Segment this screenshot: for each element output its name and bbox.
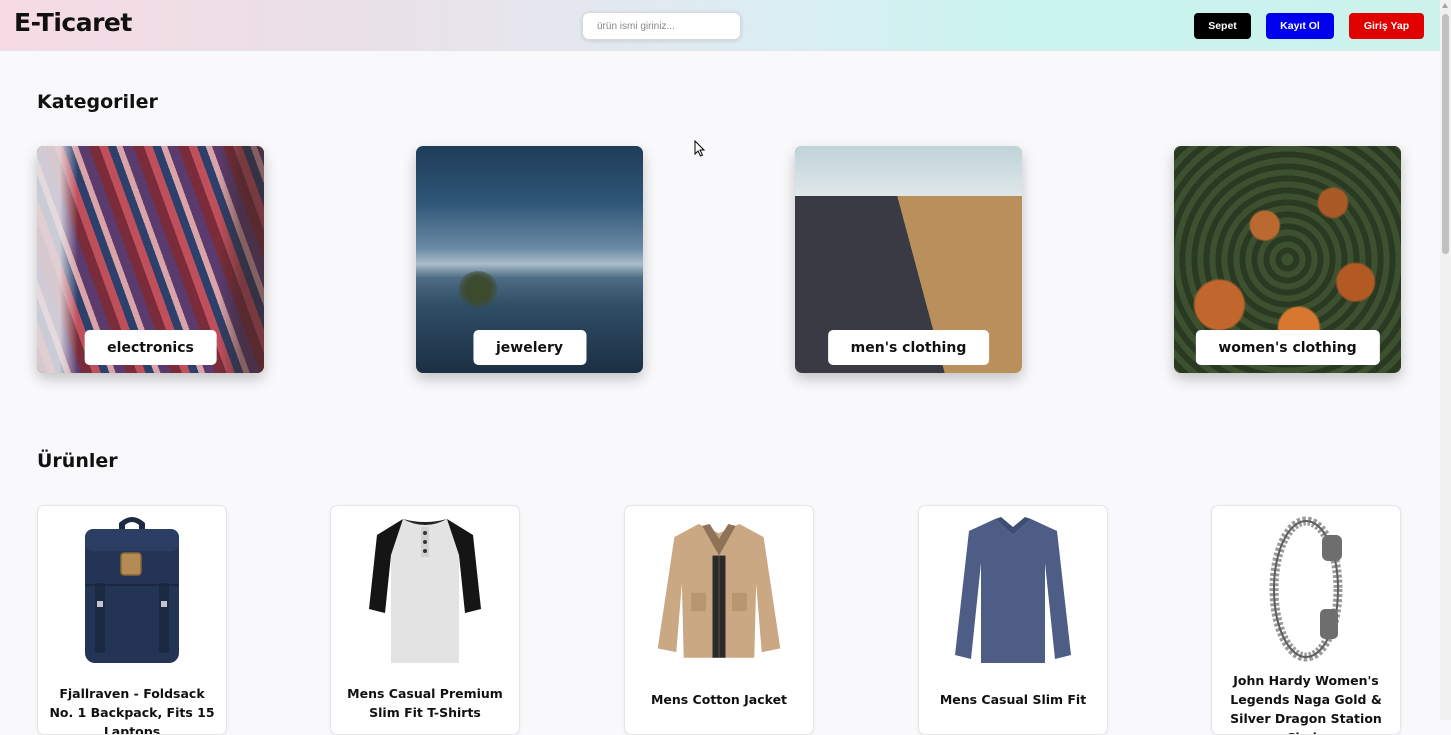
page-scrollbar[interactable] — [1440, 0, 1451, 720]
cart-button[interactable]: Sepet — [1194, 13, 1251, 39]
product-title[interactable]: Mens Casual Slim Fit — [927, 690, 1099, 709]
category-label[interactable]: women's clothing — [1195, 330, 1380, 365]
category-card-womens-clothing[interactable]: women's clothing — [1174, 146, 1401, 373]
category-label[interactable]: jewelery — [472, 330, 587, 365]
product-card[interactable]: Mens Casual Slim Fit — [918, 505, 1108, 735]
sweater-image[interactable] — [948, 514, 1078, 664]
product-card[interactable]: John Hardy Women's Legends Naga Gold & S… — [1211, 505, 1401, 735]
category-card-jewelery[interactable]: jewelery — [416, 146, 643, 373]
backpack-image[interactable] — [67, 514, 197, 664]
jacket-image[interactable] — [654, 514, 784, 664]
products-heading: Ürünler — [37, 450, 118, 472]
categories-heading: Kategoriler — [37, 91, 158, 113]
header: E-Ticaret Sepet Kayıt Ol Giriş Yap — [0, 0, 1440, 51]
register-button[interactable]: Kayıt Ol — [1266, 13, 1334, 39]
product-card[interactable]: Mens Cotton Jacket — [624, 505, 814, 735]
category-label[interactable]: men's clothing — [827, 330, 990, 365]
category-label[interactable]: electronics — [84, 330, 217, 365]
product-title[interactable]: Mens Casual Premium Slim Fit T-Shirts — [339, 684, 511, 722]
category-card-electronics[interactable]: electronics — [37, 146, 264, 373]
login-button[interactable]: Giriş Yap — [1349, 13, 1424, 39]
product-title[interactable]: Mens Cotton Jacket — [633, 690, 805, 709]
product-title[interactable]: John Hardy Women's Legends Naga Gold & S… — [1220, 671, 1392, 734]
site-logo[interactable]: E-Ticaret — [14, 8, 132, 37]
category-card-mens-clothing[interactable]: men's clothing — [795, 146, 1022, 373]
mouse-cursor-icon — [694, 140, 706, 157]
product-title[interactable]: Fjallraven - Foldsack No. 1 Backpack, Fi… — [46, 684, 218, 734]
scroll-up-arrow-icon[interactable] — [1442, 3, 1448, 8]
bracelet-image[interactable] — [1241, 514, 1371, 664]
tshirt-image[interactable] — [360, 514, 490, 664]
search-input[interactable] — [582, 12, 741, 40]
scrollbar-thumb[interactable] — [1442, 14, 1449, 254]
product-card[interactable]: Fjallraven - Foldsack No. 1 Backpack, Fi… — [37, 505, 227, 735]
product-card[interactable]: Mens Casual Premium Slim Fit T-Shirts — [330, 505, 520, 735]
